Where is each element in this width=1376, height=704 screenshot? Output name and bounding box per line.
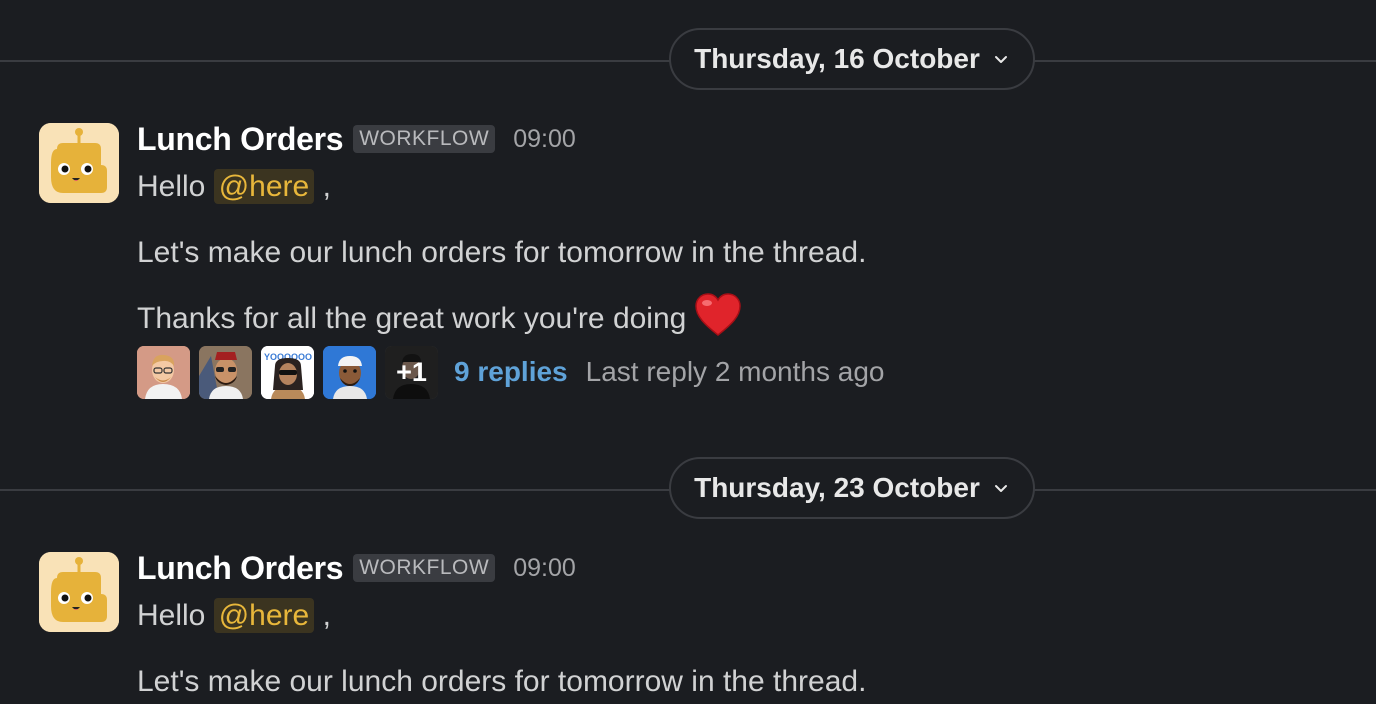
date-divider: Thursday, 23 October xyxy=(0,457,1376,523)
participant-avatar[interactable] xyxy=(199,345,252,399)
message-line-greeting: Hello @here , xyxy=(137,167,1356,207)
date-label: Thursday, 16 October xyxy=(694,43,980,74)
participant-avatar[interactable] xyxy=(323,345,376,399)
date-label: Thursday, 23 October xyxy=(694,472,980,503)
thread-summary[interactable]: YOOOOOO +1 9 replies Last reply 2 months… xyxy=(137,345,1356,399)
message-line-greeting: Hello @here , xyxy=(137,596,1356,636)
message-line: Let's make our lunch orders for tomorrow… xyxy=(137,665,867,698)
replies-link[interactable]: 9 replies xyxy=(454,356,568,388)
bot-avatar[interactable] xyxy=(39,552,119,632)
person-avatar-icon xyxy=(323,345,376,399)
comma-text: , xyxy=(322,170,331,203)
more-participants[interactable]: +1 xyxy=(385,345,438,399)
thanks-text: Thanks for all the great work you're doi… xyxy=(137,302,687,335)
message-feed: Thursday, 16 October Lunch Orders WORKFL… xyxy=(0,0,1376,704)
date-jump-button[interactable]: Thursday, 16 October xyxy=(669,28,1035,90)
date-divider: Thursday, 16 October xyxy=(0,28,1376,94)
person-avatar-icon xyxy=(137,345,190,399)
message-body: Lunch Orders WORKFLOW 09:00 Hello @here … xyxy=(137,550,1356,702)
participant-avatar[interactable]: YOOOOOO xyxy=(261,345,314,399)
participant-avatar[interactable] xyxy=(137,345,190,399)
message-header: Lunch Orders WORKFLOW 09:00 xyxy=(137,550,1356,586)
message: Lunch Orders WORKFLOW 09:00 Hello @here … xyxy=(0,121,1376,423)
date-jump-button[interactable]: Thursday, 23 October xyxy=(669,457,1035,519)
comma-text: , xyxy=(322,599,331,632)
more-count: +1 xyxy=(385,345,438,399)
red-heart-emoji xyxy=(695,293,742,337)
message-line-thanks: Thanks for all the great work you're doi… xyxy=(137,293,1356,339)
timestamp[interactable]: 09:00 xyxy=(513,125,576,154)
thread-participants: YOOOOOO +1 xyxy=(137,345,438,399)
greeting-text: Hello xyxy=(137,170,206,203)
greeting-text: Hello xyxy=(137,599,206,632)
message-line: Let's make our lunch orders for tomorrow… xyxy=(137,236,867,269)
message-body: Lunch Orders WORKFLOW 09:00 Hello @here … xyxy=(137,121,1356,399)
person-avatar-icon xyxy=(199,345,252,399)
person-avatar-icon: YOOOOOO xyxy=(261,345,314,399)
message-header: Lunch Orders WORKFLOW 09:00 xyxy=(137,121,1356,157)
here-mention[interactable]: @here xyxy=(213,598,315,633)
timestamp[interactable]: 09:00 xyxy=(513,554,576,583)
last-reply-text: Last reply 2 months ago xyxy=(585,356,885,387)
sender-name[interactable]: Lunch Orders xyxy=(137,121,344,158)
robot-face-icon xyxy=(39,123,119,203)
robot-face-icon xyxy=(39,552,119,632)
sender-name[interactable]: Lunch Orders xyxy=(137,550,344,587)
bot-avatar[interactable] xyxy=(39,123,119,203)
workflow-badge: WORKFLOW xyxy=(353,554,496,582)
message: Lunch Orders WORKFLOW 09:00 Hello @here … xyxy=(0,550,1376,704)
here-mention[interactable]: @here xyxy=(213,169,315,204)
workflow-badge: WORKFLOW xyxy=(353,125,496,153)
chevron-down-icon xyxy=(994,56,1007,63)
chevron-down-icon xyxy=(994,485,1007,492)
